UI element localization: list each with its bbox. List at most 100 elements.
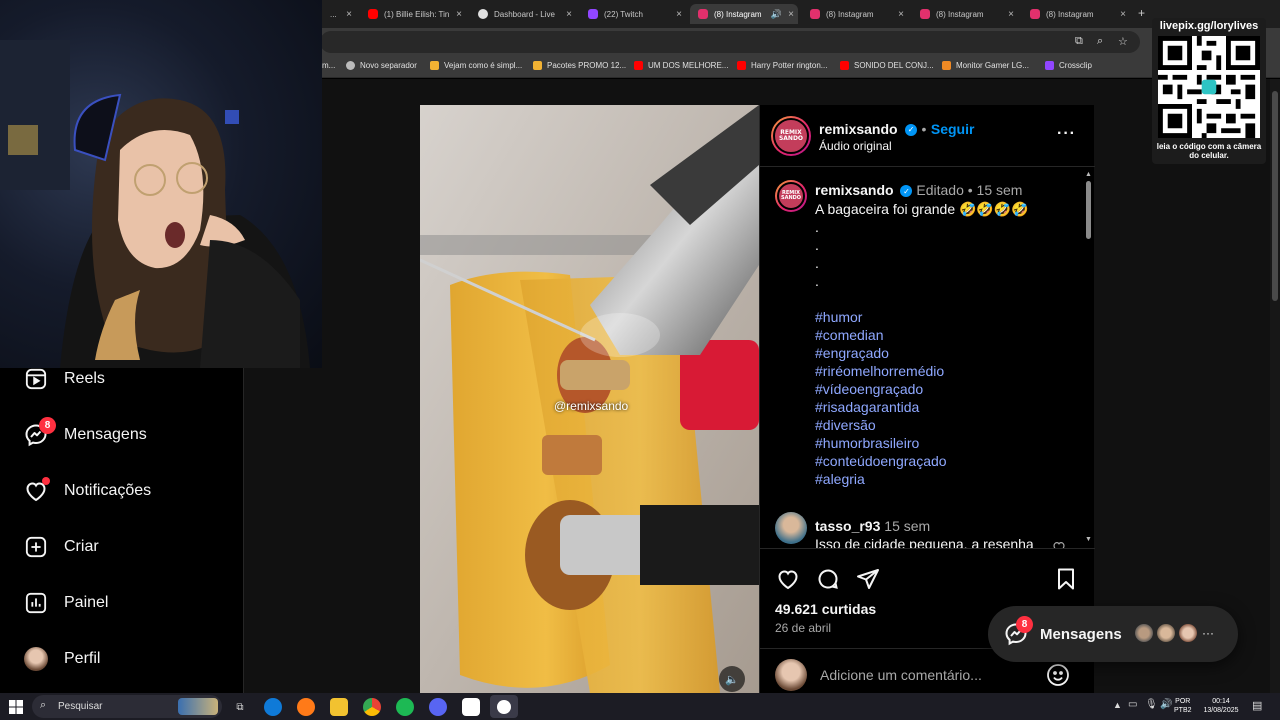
scroll-up-icon[interactable]: ▲ bbox=[1085, 171, 1092, 178]
tab-close-icon[interactable]: × bbox=[456, 9, 462, 20]
install-app-icon[interactable]: ⧉ bbox=[1075, 35, 1083, 48]
firefox-icon[interactable] bbox=[297, 698, 315, 716]
comment-icon[interactable] bbox=[816, 567, 840, 596]
new-tab-button[interactable]: + bbox=[1138, 6, 1145, 20]
file-explorer-icon[interactable] bbox=[330, 698, 348, 716]
sidebar-item-label: Notificações bbox=[64, 482, 152, 499]
save-icon[interactable] bbox=[1054, 567, 1078, 596]
hashtag-link[interactable]: #conteúdoengraçado bbox=[815, 452, 1070, 470]
tab-3[interactable]: (22) Twitch × bbox=[580, 4, 686, 24]
tab-4-active[interactable]: (8) Instagram 🔊 × bbox=[690, 4, 798, 24]
sidebar-item-reels[interactable]: Reels bbox=[24, 367, 105, 391]
sidebar-item-create[interactable]: Criar bbox=[24, 535, 99, 559]
comment-username[interactable]: tasso_r93 bbox=[815, 518, 880, 534]
tab-close-icon[interactable]: × bbox=[566, 9, 572, 20]
keyboard-layout: PTB2 bbox=[1174, 707, 1192, 714]
bookmark-item[interactable]: SONIDO DEL CONJ... bbox=[840, 61, 934, 70]
bookmark-item[interactable]: Vejam como é simpl... bbox=[430, 61, 522, 70]
language-indicator[interactable]: POR PTB2 bbox=[1174, 697, 1192, 715]
tab-2[interactable]: Dashboard - Live × bbox=[470, 4, 576, 24]
messages-floating-button[interactable]: 8 Mensagens ··· bbox=[988, 606, 1238, 662]
obs-icon[interactable] bbox=[462, 698, 480, 716]
bookmark-item[interactable]: Harry Potter rington... bbox=[737, 61, 827, 70]
tab-0[interactable]: ... × bbox=[322, 4, 356, 24]
tab-5[interactable]: (8) Instagram × bbox=[802, 4, 908, 24]
hashtag-link[interactable]: #comedian bbox=[815, 326, 1070, 344]
tab-close-icon[interactable]: × bbox=[676, 9, 682, 20]
sidebar-item-notifications[interactable]: Notificações bbox=[24, 477, 152, 503]
hashtag-link[interactable]: #vídeoengraçado bbox=[815, 380, 1070, 398]
clock[interactable]: 00:14 13/08/2025 bbox=[1198, 697, 1244, 715]
chrome-icon[interactable] bbox=[363, 698, 381, 716]
mute-toggle-button[interactable]: 🔈 bbox=[719, 666, 745, 692]
windows-start-icon[interactable] bbox=[7, 698, 25, 716]
tab-6[interactable]: (8) Instagram × bbox=[912, 4, 1018, 24]
tab-close-icon[interactable]: × bbox=[346, 9, 352, 20]
tab-1[interactable]: (1) Billie Eilish: Tin × bbox=[360, 4, 466, 24]
bookmark-item[interactable]: Novo separador bbox=[346, 61, 417, 70]
hashtag-link[interactable]: #diversão bbox=[815, 416, 1070, 434]
caption-avatar[interactable]: REMIX SANDO bbox=[775, 180, 807, 212]
audio-label[interactable]: Áudio original bbox=[819, 139, 892, 153]
livepix-qr-overlay: livepix.gg/lorylives leia o código com a… bbox=[1152, 18, 1266, 164]
like-icon[interactable] bbox=[776, 567, 800, 596]
hashtag-link[interactable]: #engraçado bbox=[815, 344, 1070, 362]
window-scrollbar[interactable] bbox=[1270, 79, 1280, 693]
bookmark-star-icon[interactable]: ☆ bbox=[1118, 35, 1128, 48]
tab-close-icon[interactable]: × bbox=[898, 9, 904, 20]
author-avatar[interactable]: REMIX SANDO bbox=[771, 116, 811, 156]
microphone-icon[interactable]: 🎙 bbox=[1145, 699, 1158, 710]
reel-video[interactable]: @remixsando 🔈 bbox=[420, 105, 759, 693]
caption-scrollbar[interactable]: ▲ ▼ bbox=[1085, 171, 1093, 546]
caption-username[interactable]: remixsando bbox=[815, 182, 894, 198]
active-app-icon[interactable] bbox=[490, 695, 518, 718]
bookmark-item[interactable]: Pacotes PROMO 12... bbox=[533, 61, 626, 70]
sidebar-item-profile[interactable]: Perfil bbox=[24, 647, 100, 671]
more-options-icon[interactable]: ··· bbox=[1057, 125, 1076, 143]
heart-icon bbox=[24, 477, 50, 503]
caption-dot: . bbox=[815, 219, 819, 235]
sidebar-item-messages[interactable]: 8 Mensagens bbox=[24, 417, 147, 447]
chevron-up-icon[interactable]: ▲ bbox=[1113, 700, 1122, 710]
hashtag-link[interactable]: #riréomelhorremédio bbox=[815, 362, 1070, 380]
scroll-thumb[interactable] bbox=[1086, 181, 1091, 239]
hashtag-link[interactable]: #humorbrasileiro bbox=[815, 434, 1070, 452]
url-field[interactable] bbox=[320, 31, 1140, 53]
scroll-down-icon[interactable]: ▼ bbox=[1085, 536, 1092, 543]
edge-icon[interactable] bbox=[264, 698, 282, 716]
reels-icon bbox=[24, 367, 48, 391]
tab-7[interactable]: (8) Instagram × bbox=[1022, 4, 1130, 24]
hashtag-link[interactable]: #humor bbox=[815, 308, 1070, 326]
share-icon[interactable] bbox=[856, 567, 880, 596]
caption-dot: . bbox=[815, 273, 819, 289]
bookmark-item[interactable]: UM DOS MELHORE... bbox=[634, 61, 728, 70]
verified-icon: ✓ bbox=[905, 123, 918, 136]
sidebar-item-dashboard[interactable]: Painel bbox=[24, 591, 108, 615]
volume-icon[interactable]: 🔊 bbox=[1160, 699, 1172, 710]
comment-input[interactable]: Adicione um comentário... bbox=[820, 667, 982, 683]
like-comment-icon[interactable] bbox=[1052, 540, 1066, 548]
zoom-icon[interactable]: ⌕ bbox=[1097, 35, 1103, 48]
separator-dot: • bbox=[921, 121, 927, 137]
notification-center-icon[interactable]: ▤ bbox=[1252, 699, 1262, 712]
spotify-icon[interactable] bbox=[396, 698, 414, 716]
task-view-icon[interactable]: ⧉ bbox=[231, 698, 249, 716]
bookmark-fragment[interactable]: m... bbox=[322, 61, 335, 70]
author-username[interactable]: remixsando bbox=[819, 121, 898, 137]
likes-count[interactable]: 49.621 curtidas bbox=[775, 601, 876, 617]
tab-close-icon[interactable]: × bbox=[1120, 9, 1126, 20]
tab-close-icon[interactable]: × bbox=[1008, 9, 1014, 20]
discord-icon[interactable] bbox=[429, 698, 447, 716]
hashtag-link[interactable]: #alegria bbox=[815, 470, 1070, 488]
bookmark-item[interactable]: Monitor Gamer LG... bbox=[942, 61, 1029, 70]
tab-label: (8) Instagram bbox=[714, 9, 762, 19]
follow-button[interactable]: Seguir bbox=[931, 121, 975, 137]
emoji-icon[interactable] bbox=[1046, 663, 1070, 692]
hashtag-link[interactable]: #risadagarantida bbox=[815, 398, 1070, 416]
taskbar-search-box[interactable]: ⌕ Pesquisar bbox=[32, 695, 222, 718]
tray-icon[interactable]: ▭ bbox=[1128, 699, 1137, 710]
bookmark-item[interactable]: Crossclip bbox=[1045, 61, 1092, 70]
commenter-avatar[interactable] bbox=[775, 512, 807, 544]
tab-close-icon[interactable]: × bbox=[788, 9, 794, 20]
speaker-icon[interactable]: 🔊 bbox=[771, 9, 782, 20]
